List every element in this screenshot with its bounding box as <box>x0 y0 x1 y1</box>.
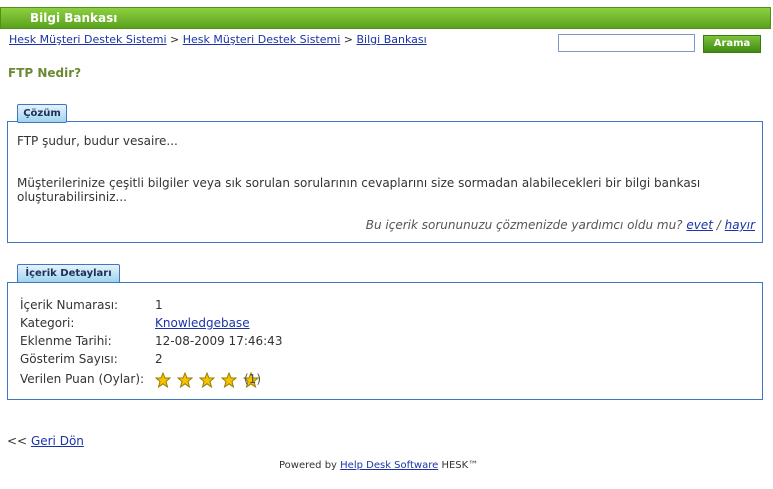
breadcrumb-item-knowledgebase[interactable]: Bilgi Bankası <box>357 33 427 46</box>
breadcrumb: Hesk Müşteri Destek Sistemi > Hesk Müşte… <box>9 33 427 46</box>
details-tab: İçerik Detayları <box>17 264 120 283</box>
detail-value-category-link[interactable]: Knowledgebase <box>155 316 250 330</box>
search-input[interactable] <box>558 34 695 52</box>
footer-link[interactable]: Help Desk Software <box>340 460 438 471</box>
solution-tab: Çözüm <box>17 104 67 123</box>
detail-value-views: 2 <box>155 352 163 366</box>
detail-label-date: Eklenme Tarihi: <box>20 334 112 348</box>
article-line-3: oluşturabilirsiniz... <box>17 190 127 204</box>
detail-label-rating: Verilen Puan (Oylar): <box>20 372 145 386</box>
article-line-2: Müşterilerinize çeşitli bilgiler veya sı… <box>17 176 701 190</box>
footer-prefix: Powered by <box>279 460 337 471</box>
header-bar: Bilgi Bankası <box>0 7 771 29</box>
article-line-1: FTP şudur, budur vesaire... <box>17 134 178 148</box>
detail-value-id: 1 <box>155 298 163 312</box>
back-nav: << Geri Dön <box>7 434 84 448</box>
helpful-question: Bu içerik sorununuzu çözmenizde yardımcı… <box>365 218 683 232</box>
footer: Powered by Help Desk Software HESK™ <box>279 460 478 471</box>
rating-votes: (1) <box>244 372 261 386</box>
detail-value-date: 12-08-2009 17:46:43 <box>155 334 283 348</box>
footer-suffix: HESK™ <box>441 460 479 471</box>
helpful-yes-link[interactable]: evet <box>686 218 713 232</box>
breadcrumb-item-helpdesk[interactable]: Hesk Müşteri Destek Sistemi <box>183 33 341 46</box>
helpful-no-link[interactable]: hayır <box>725 218 755 232</box>
star-icon <box>155 371 171 388</box>
breadcrumb-item-home[interactable]: Hesk Müşteri Destek Sistemi <box>9 33 167 46</box>
helpful-slash: / <box>716 218 721 232</box>
star-icon <box>221 371 238 388</box>
helpful-prompt: Bu içerik sorununuzu çözmenizde yardımcı… <box>366 218 755 232</box>
breadcrumb-separator: > <box>343 33 353 46</box>
back-prefix: << <box>7 434 28 448</box>
page-title: FTP Nedir? <box>8 66 82 80</box>
detail-label-id: İçerik Numarası: <box>20 298 119 312</box>
back-link[interactable]: Geri Dön <box>31 434 84 448</box>
header-title: Bilgi Bankası <box>30 11 118 25</box>
detail-label-category: Kategori: <box>20 316 75 330</box>
star-icon <box>177 371 194 388</box>
star-icon <box>199 371 216 388</box>
breadcrumb-separator: > <box>170 33 180 46</box>
search-button[interactable]: Arama <box>703 35 761 53</box>
detail-label-views: Gösterim Sayısı: <box>20 352 118 366</box>
